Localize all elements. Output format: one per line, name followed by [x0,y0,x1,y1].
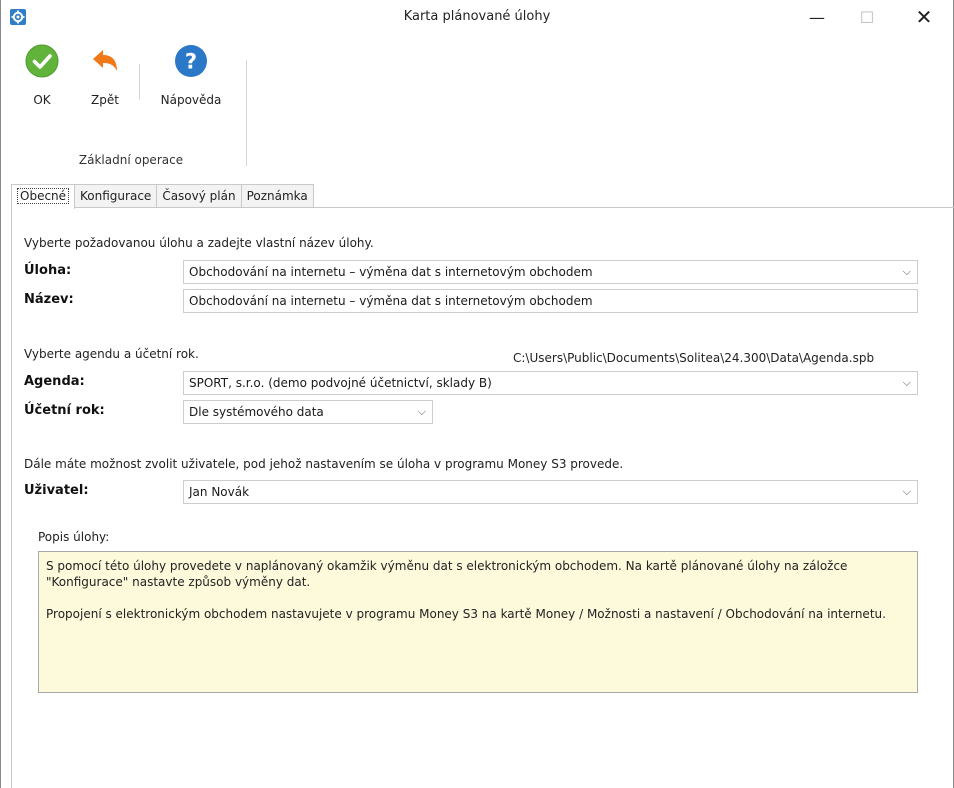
user-select[interactable]: Jan Novák ⌵ [183,480,918,504]
undo-arrow-icon [93,50,117,71]
year-select-value: Dle systémového data [189,405,324,419]
tab-general-label: Obecné [17,188,70,204]
task-intro-text: Vyberte požadovanou úlohu a zadejte vlas… [24,236,374,250]
checkmark-icon [25,44,59,78]
ok-button[interactable]: OK [23,44,61,107]
help-label: Nápověda [160,93,222,107]
description-paragraph-2: Propojení s elektronickým obchodem nasta… [46,607,886,621]
description-label: Popis úlohy: [38,530,110,544]
chevron-down-icon: ⌵ [902,265,911,278]
agenda-label: Agenda: [24,374,85,389]
chevron-down-icon: ⌵ [417,405,426,418]
user-label: Uživatel: [24,483,89,498]
panel-border [11,207,12,788]
dialog-window: Karta plánované úlohy — ☐ ✕ OK Zpět ? Ná… [0,0,954,788]
tab-divider [11,207,954,208]
ok-label: OK [33,93,51,107]
tab-schedule[interactable]: Časový plán [156,184,242,208]
title-bar: Karta plánované úlohy — ☐ ✕ [1,0,953,34]
maximize-button[interactable]: ☐ [844,0,890,34]
tab-note[interactable]: Poznámka [240,184,314,208]
svg-text:?: ? [185,50,197,74]
ribbon-separator [139,64,140,100]
task-select-value: Obchodování na internetu – výměna dat s … [189,265,593,279]
back-label: Zpět [91,93,119,107]
close-button[interactable]: ✕ [901,0,947,34]
tab-general[interactable]: Obecné [11,184,76,209]
task-label: Úloha: [24,263,72,278]
agenda-intro-text: Vyberte agendu a účetní rok. [24,347,199,361]
ribbon-group-separator [246,60,247,166]
ribbon-toolbar: OK Zpět ? Nápověda Základní operace [1,34,953,174]
task-select[interactable]: Obchodování na internetu – výměna dat s … [183,260,918,284]
user-intro-text: Dále máte možnost zvolit uživatele, pod … [24,457,624,471]
help-question-icon: ? [175,45,207,77]
tab-strip: Obecné Konfigurace Časový plán Poznámka [11,184,314,209]
description-box: S pomocí této úlohy provedete v naplánov… [38,551,918,693]
name-input-value: Obchodování na internetu – výměna dat s … [189,294,593,308]
ribbon-group-label: Základní operace [78,153,184,167]
chevron-down-icon: ⌵ [902,485,911,498]
year-select[interactable]: Dle systémového data ⌵ [183,400,433,424]
year-label: Účetní rok: [24,403,105,418]
tab-configuration[interactable]: Konfigurace [74,184,158,208]
help-button[interactable]: ? Nápověda [151,44,231,107]
name-input[interactable]: Obchodování na internetu – výměna dat s … [183,289,918,313]
chevron-down-icon: ⌵ [902,376,911,389]
name-label: Název: [24,292,74,307]
user-select-value: Jan Novák [189,485,250,499]
agenda-path: C:\Users\Public\Documents\Solitea\24.300… [513,351,875,365]
agenda-select[interactable]: SPORT, s.r.o. (demo podvojné účetnictví,… [183,371,918,395]
minimize-button[interactable]: — [794,0,840,34]
agenda-select-value: SPORT, s.r.o. (demo podvojné účetnictví,… [189,376,492,390]
back-button[interactable]: Zpět [83,44,127,107]
description-paragraph-1: S pomocí této úlohy provedete v naplánov… [46,559,848,589]
